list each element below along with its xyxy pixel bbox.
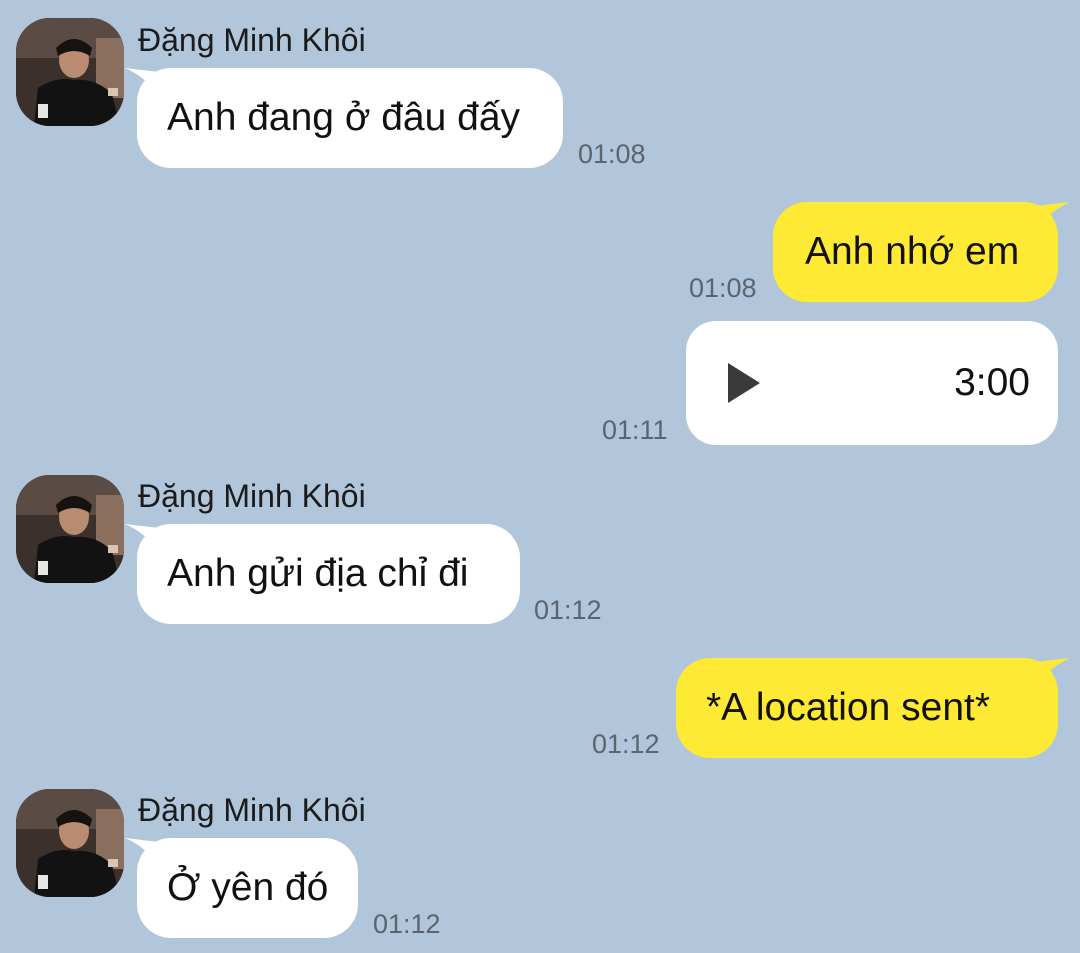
message-timestamp: 01:12 xyxy=(592,729,660,759)
message-timestamp: 01:12 xyxy=(534,595,602,625)
message-timestamp: 01:11 xyxy=(602,415,668,445)
sender-name: Đặng Minh Khôi xyxy=(138,792,366,828)
message-text: Anh đang ở đâu đấy xyxy=(167,96,521,139)
bubble-tail xyxy=(125,68,159,96)
play-icon[interactable] xyxy=(728,363,760,403)
avatar[interactable] xyxy=(16,475,124,583)
bubble-tail xyxy=(125,838,159,866)
avatar[interactable] xyxy=(16,789,124,897)
message-bubble[interactable]: Anh nhớ em xyxy=(773,202,1070,302)
message-bubble[interactable]: Anh gửi địa chỉ đi xyxy=(125,524,520,624)
message-text: *A location sent* xyxy=(706,686,991,729)
voice-duration: 3:00 xyxy=(954,361,1030,404)
sender-name: Đặng Minh Khôi xyxy=(138,22,366,58)
message-text: Anh nhớ em xyxy=(805,230,1020,273)
message-text: Anh gửi địa chỉ đi xyxy=(167,552,469,595)
message-timestamp: 01:08 xyxy=(689,273,757,303)
message-text: Ở yên đó xyxy=(167,866,329,909)
bubble-tail xyxy=(1036,202,1070,230)
avatar[interactable] xyxy=(16,18,124,126)
message-timestamp: 01:12 xyxy=(373,909,441,939)
bubble-tail xyxy=(1036,658,1070,686)
message-bubble[interactable]: Ở yên đó xyxy=(125,838,358,938)
sender-name: Đặng Minh Khôi xyxy=(138,478,366,514)
message-bubble[interactable]: *A location sent* xyxy=(676,658,1070,758)
bubble-tail xyxy=(125,524,159,552)
message-timestamp: 01:08 xyxy=(578,139,646,169)
message-bubble[interactable]: Anh đang ở đâu đấy xyxy=(125,68,563,168)
voice-message[interactable]: 3:00 xyxy=(686,321,1058,445)
